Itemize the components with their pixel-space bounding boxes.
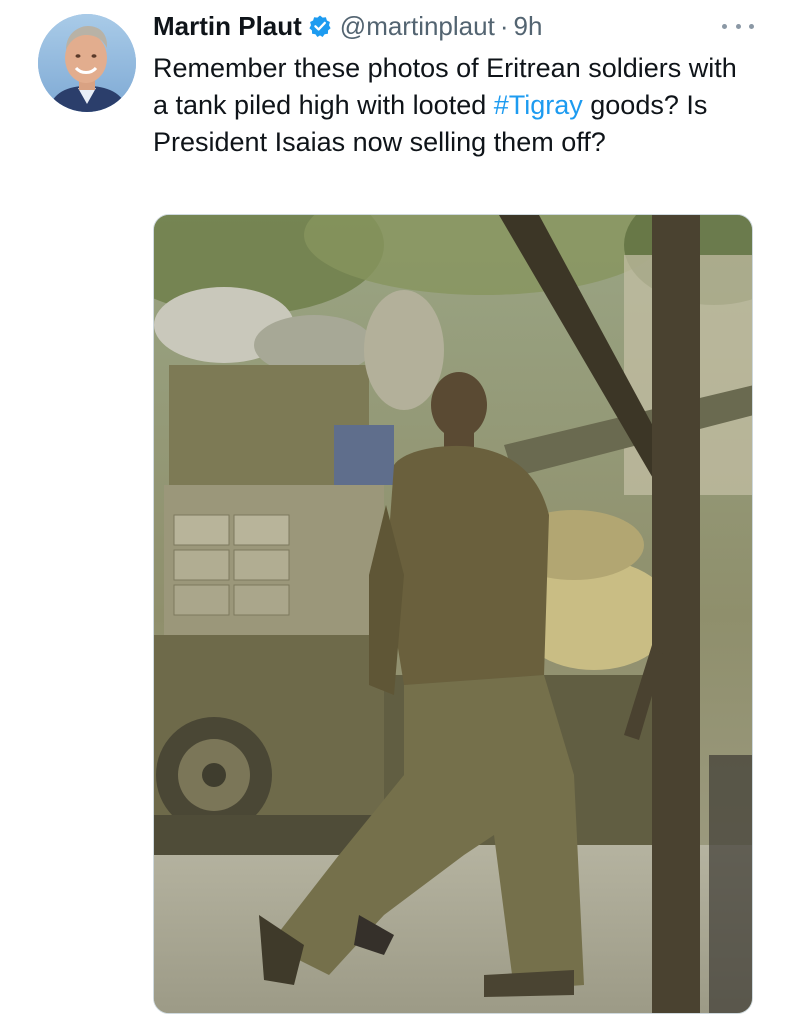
tweet-header: Martin Plaut @martinplaut · 9h [153, 10, 542, 42]
author-handle[interactable]: @martinplaut [340, 10, 495, 42]
avatar[interactable] [38, 14, 136, 112]
verified-badge-icon [308, 14, 332, 38]
tweet-text: Remember these photos of Eritrean soldie… [153, 50, 753, 161]
hashtag-link[interactable]: #Tigray [494, 90, 583, 120]
separator-dot: · [499, 11, 509, 41]
author-name[interactable]: Martin Plaut [153, 10, 302, 42]
more-options-icon[interactable] [722, 16, 754, 36]
tweet-photo[interactable] [153, 214, 753, 1014]
tweet: Martin Plaut @martinplaut · 9h Remember … [0, 0, 792, 1024]
timestamp[interactable]: 9h [513, 10, 542, 42]
